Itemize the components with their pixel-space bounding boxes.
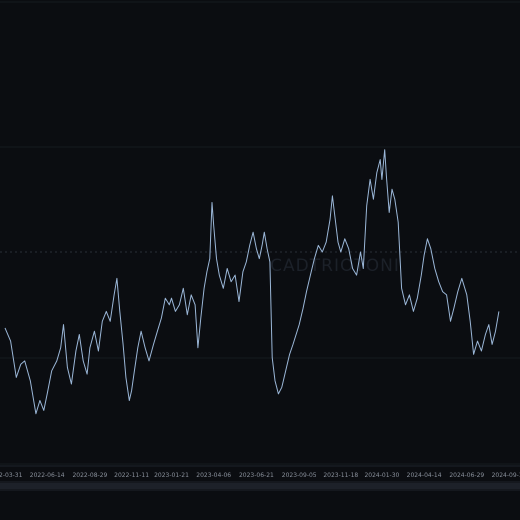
x-tick-label: 2024-06-29 <box>449 472 484 479</box>
series-line <box>4 149 500 415</box>
x-tick-label: 2023-01-21 <box>154 472 189 479</box>
x-tick-label: 2024-04-14 <box>407 472 442 479</box>
line-chart: CADTRIOTONI 2022-03-31 2022-06-14 2022-08-… <box>0 1 520 491</box>
x-tick-label: 2024-01-30 <box>364 472 399 479</box>
x-tick-label: 2023-06-21 <box>239 472 274 479</box>
x-axis: 2022-03-31 2022-06-14 2022-08-29 2022-11-11… <box>0 465 520 479</box>
x-tick-label: 2022-11-11 <box>114 472 149 479</box>
series-layer <box>4 149 500 415</box>
x-tick-label: 2022-03-31 <box>0 472 23 479</box>
chart-container: CADTRIOTONI 2022-03-31 2022-06-14 2022-08-… <box>0 0 520 520</box>
x-tick-label: 2022-08-29 <box>72 472 107 479</box>
gridlines <box>0 1 520 465</box>
watermark: CADTRIOTONI <box>270 256 400 276</box>
x-tick-label: 2023-04-06 <box>196 472 231 479</box>
x-tick-label: 2023-09-05 <box>282 472 317 479</box>
x-tick-label: 2024-09-12 <box>492 472 520 479</box>
x-tick-label: 2022-06-14 <box>30 472 65 479</box>
time-scrollbar-thumb[interactable] <box>0 483 520 489</box>
x-tick-label: 2023-11-18 <box>323 472 358 479</box>
